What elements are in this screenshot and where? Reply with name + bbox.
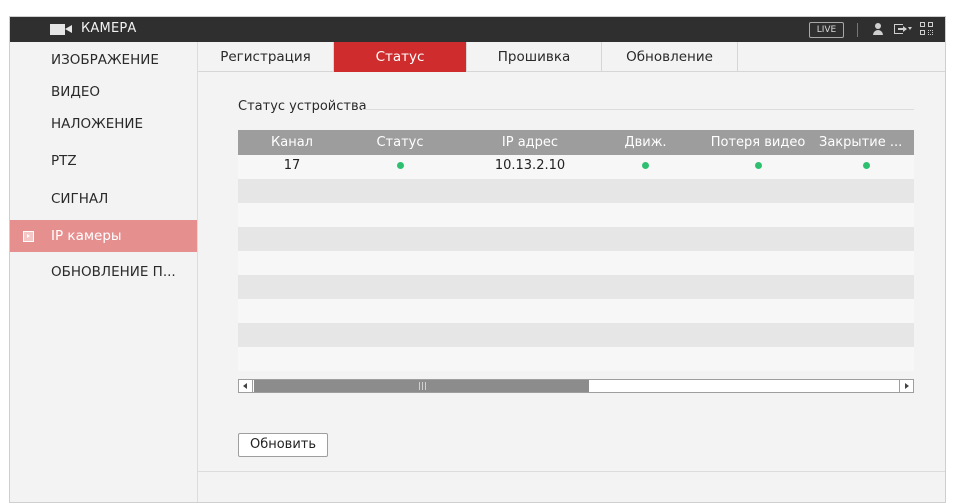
cell-status (354, 155, 446, 179)
column-header-tamper: Закрытие ... (819, 135, 903, 150)
grip-icon (419, 382, 427, 390)
scroll-left-icon[interactable] (239, 380, 253, 392)
scroll-right-icon[interactable] (899, 380, 913, 392)
sidebar-item-ip-cameras[interactable]: IP камеры (10, 220, 197, 252)
chevron-right-icon (23, 231, 34, 242)
table-row-empty (238, 203, 914, 227)
tamper-status-dot (863, 162, 870, 169)
motion-status-dot (642, 162, 649, 169)
user-icon[interactable] (871, 22, 885, 36)
toolbar-divider (857, 23, 858, 37)
sidebar-item-overlay[interactable]: НАЛОЖЕНИЕ (10, 108, 197, 140)
cell-ip: 10.13.2.10 (494, 158, 566, 173)
column-header-status: Статус (376, 135, 424, 150)
sidebar-item-signal[interactable]: СИГНАЛ (10, 183, 197, 215)
table-header: Канал Статус IP адрес Движ. Потеря видео… (238, 130, 914, 155)
tab-firmware[interactable]: Прошивка (467, 42, 602, 72)
column-header-ip: IP адрес (501, 135, 559, 150)
live-button[interactable]: LIVE (809, 22, 844, 38)
sidebar-item-label: IP камеры (51, 228, 122, 244)
tab-update[interactable]: Обновление (602, 42, 738, 72)
sidebar-item-update[interactable]: ОБНОВЛЕНИЕ П... (10, 256, 197, 288)
scrollbar-thumb[interactable] (254, 380, 589, 392)
footer-divider (198, 471, 945, 472)
table-row-empty (238, 275, 914, 299)
main-content: Регистрация Статус Прошивка Обновление С… (197, 42, 945, 502)
cell-channel: 17 (283, 158, 301, 173)
cell-tamper (819, 155, 914, 179)
table-row-empty (238, 179, 914, 203)
chevron-down-icon[interactable] (908, 27, 912, 30)
tab-registration[interactable]: Регистрация (198, 42, 334, 72)
sidebar-item-ptz[interactable]: PTZ (10, 145, 197, 177)
table-row-empty (238, 251, 914, 275)
status-online-dot (396, 162, 404, 169)
column-header-video-loss: Потеря видео (710, 135, 806, 150)
table-row-empty (238, 347, 914, 371)
column-header-motion: Движ. (624, 135, 667, 150)
section-title: Статус устройства (238, 99, 367, 114)
table-row-empty (238, 227, 914, 251)
table-row-empty (238, 299, 914, 323)
horizontal-scrollbar[interactable] (238, 379, 914, 393)
camera-icon (50, 24, 72, 35)
sidebar-item-video[interactable]: ВИДЕО (10, 76, 197, 108)
title-bar: КАМЕРА LIVE (10, 17, 945, 42)
camera-settings-window: КАМЕРА LIVE ИЗОБРАЖЕНИЕ ВИДЕО НАЛОЖЕНИЕ … (9, 16, 946, 503)
cell-video-loss (703, 155, 813, 179)
cell-motion (603, 155, 688, 179)
tab-bar: Регистрация Статус Прошивка Обновление (198, 42, 945, 72)
tab-status[interactable]: Статус (334, 42, 467, 72)
video-loss-status-dot (754, 162, 762, 169)
device-status-table: Канал Статус IP адрес Движ. Потеря видео… (238, 130, 914, 397)
table-row[interactable]: 17 10.13.2.10 (238, 155, 914, 179)
sidebar-item-image[interactable]: ИЗОБРАЖЕНИЕ (10, 44, 197, 76)
sidebar: ИЗОБРАЖЕНИЕ ВИДЕО НАЛОЖЕНИЕ PTZ СИГНАЛ I… (10, 42, 197, 502)
logout-icon[interactable] (893, 22, 907, 36)
window-title: КАМЕРА (81, 21, 137, 36)
refresh-button[interactable]: Обновить (238, 433, 328, 457)
section-divider (362, 109, 914, 110)
qr-code-icon[interactable] (920, 22, 934, 36)
column-header-channel: Канал (271, 135, 313, 150)
table-row-empty (238, 323, 914, 347)
